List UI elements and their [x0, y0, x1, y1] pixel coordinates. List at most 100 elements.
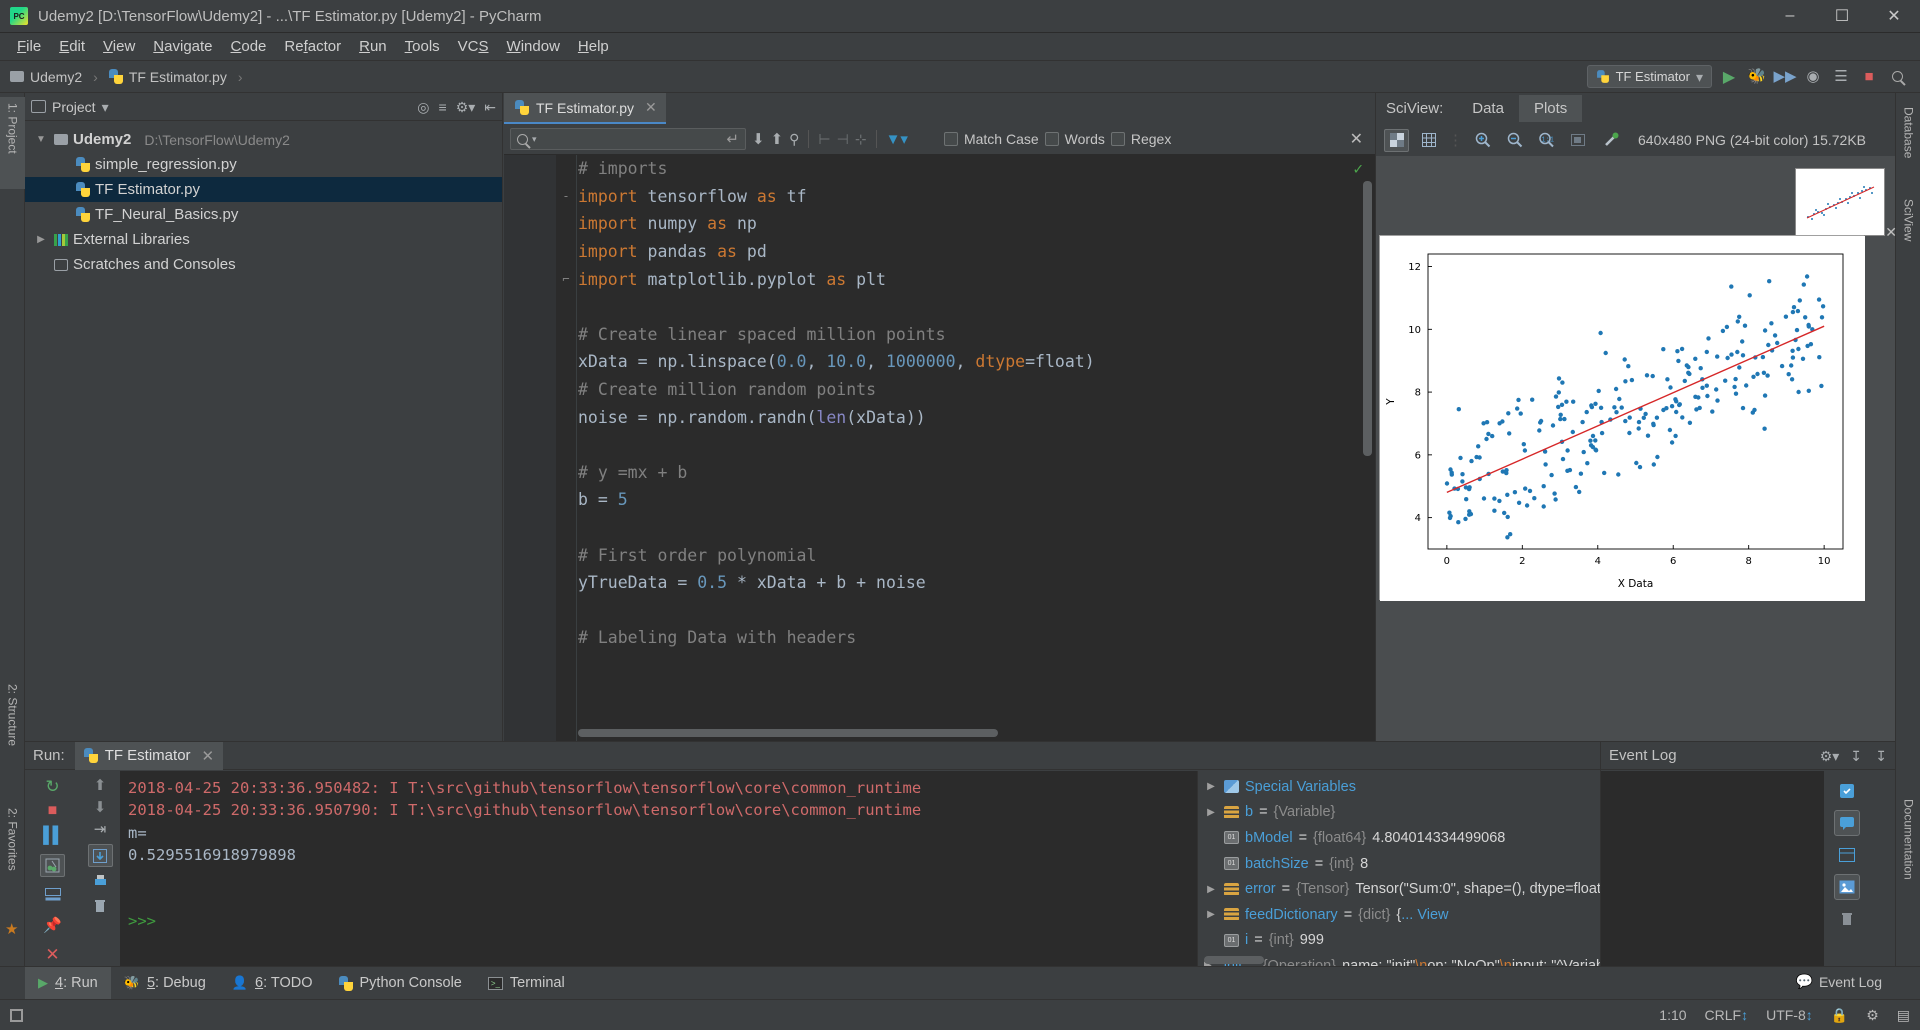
variable-expander[interactable]: ▶ — [1204, 807, 1218, 818]
zoom-in-icon[interactable] — [1470, 129, 1495, 152]
editor-horizontal-scrollbar[interactable] — [578, 729, 998, 737]
run-coverage-icon[interactable]: ▶▶ — [1773, 66, 1796, 88]
close-icon[interactable]: ✕ — [202, 747, 215, 765]
variables-horizontal-scrollbar[interactable] — [1204, 956, 1264, 964]
tool-window-button-debug[interactable]: 🐝 5: Debug — [111, 967, 219, 1000]
tree-item-simple-regression-py[interactable]: simple_regression.py — [25, 152, 502, 177]
code-area[interactable]: 1# imports2-import tensorflow as tf3impo… — [504, 155, 1375, 741]
tree-expander[interactable]: ▶ — [33, 234, 49, 245]
tree-item-udemy2[interactable]: ▼ Udemy2 D:\TensorFlow\Udemy2 — [25, 127, 502, 152]
variable-row[interactable]: ▶ error = {Tensor} Tensor("Sum:0", shape=(),… — [1198, 876, 1625, 902]
find-all-icon[interactable]: ⚲ — [789, 132, 799, 146]
variable-row[interactable]: ▶ Special Variables — [1198, 774, 1625, 800]
breadcrumb-file[interactable]: TF Estimator.py — [129, 69, 227, 85]
sidebar-item-structure[interactable]: 2: Structure — [0, 678, 25, 786]
zoom-out-icon[interactable] — [1502, 129, 1527, 152]
event-log-body[interactable] — [1601, 771, 1824, 966]
sidebar-item-favorites[interactable]: 2: Favorites — [0, 802, 25, 912]
scroll-up-icon[interactable]: ⬆ — [94, 778, 107, 793]
pin-icon[interactable]: 📌 — [43, 916, 62, 934]
hide-panel-icon[interactable]: ↧ — [1875, 749, 1887, 763]
menu-item-navigate[interactable]: Navigate — [144, 35, 221, 58]
pause-icon[interactable]: ▌▌ — [43, 827, 64, 845]
variable-row[interactable]: 01 i = {int} 999 — [1198, 928, 1625, 954]
menu-item-vcs[interactable]: VCS — [449, 35, 498, 58]
menu-item-tools[interactable]: Tools — [396, 35, 449, 58]
chevron-down-icon[interactable]: ▾ — [532, 134, 537, 144]
chevron-down-icon[interactable]: ▾ — [102, 100, 109, 114]
plot-image[interactable]: 0 2 4 6 8 10 4 6 8 10 12 X Data Y — [1379, 235, 1865, 601]
run-tab-tf-estimator[interactable]: TF Estimator ✕ — [74, 741, 224, 770]
menu-item-help[interactable]: Help — [569, 35, 618, 58]
search-input[interactable]: ▾ ↵ — [510, 128, 746, 150]
tab-data[interactable]: Data — [1457, 95, 1519, 122]
tree-item-external-libraries[interactable]: ▶ External Libraries — [25, 227, 502, 252]
event-log-status-button[interactable]: 💬 Event Log — [1796, 966, 1883, 997]
scroll-from-source-icon[interactable]: ◎ — [417, 100, 429, 114]
minimize-button[interactable]: – — [1764, 0, 1816, 33]
file-encoding[interactable]: UTF-8↕ — [1766, 1007, 1813, 1023]
variable-row[interactable]: ▶ b = {Variable} — [1198, 800, 1625, 826]
memory-indicator-icon[interactable]: ▤ — [1897, 1007, 1910, 1024]
sidebar-item-sciview[interactable]: SciView — [1896, 193, 1920, 265]
close-find-icon[interactable]: ✕ — [1350, 129, 1369, 149]
variable-expander[interactable]: ▶ — [1204, 884, 1218, 895]
console-layout-icon[interactable] — [44, 888, 61, 903]
filter-icon[interactable]: ▼▾ — [886, 130, 908, 148]
tree-item-tf-estimator-py[interactable]: TF Estimator.py — [25, 177, 502, 202]
menu-item-file[interactable]: FFileile — [8, 35, 50, 58]
search-everywhere-icon[interactable] — [1886, 66, 1908, 88]
layout-icon[interactable] — [1834, 842, 1860, 868]
transparency-icon[interactable] — [1384, 128, 1409, 152]
actual-size-icon[interactable]: 1:1 — [1534, 129, 1559, 152]
breadcrumb-project[interactable]: Udemy2 — [30, 69, 82, 85]
run-icon[interactable]: ▶ — [1718, 66, 1740, 88]
profile-icon[interactable]: ◉ — [1802, 66, 1824, 88]
tree-item-scratches-and-consoles[interactable]: Scratches and Consoles — [25, 252, 502, 277]
caret-position[interactable]: 1:10 — [1659, 1007, 1686, 1023]
tab-plots[interactable]: Plots — [1518, 95, 1583, 122]
variable-expander[interactable]: ▶ — [1204, 781, 1218, 792]
variable-expander[interactable]: ▶ — [1204, 909, 1218, 920]
variable-view-link[interactable]: ... View — [1401, 907, 1448, 923]
find-next-icon[interactable]: ⬆ — [771, 132, 784, 147]
select-all-occurrences-icon[interactable]: ⊣ — [837, 132, 849, 146]
add-occurrence-icon[interactable]: ⊹ — [855, 132, 867, 146]
variable-row[interactable]: 01 batchSize = {int} 8 — [1198, 851, 1625, 877]
editor-tab-tf-estimator[interactable]: TF Estimator.py ✕ — [504, 93, 666, 124]
hide-panel-icon[interactable]: ⇤ — [484, 100, 496, 114]
close-icon[interactable]: ✕ — [645, 99, 657, 116]
image-icon[interactable] — [1834, 874, 1860, 900]
tool-window-button-python-console[interactable]: Python Console — [326, 967, 475, 1000]
message-icon[interactable] — [1834, 810, 1860, 836]
attach-process-icon[interactable]: ☰ — [1830, 66, 1852, 88]
event-log-icon[interactable] — [1834, 778, 1860, 804]
menu-item-run[interactable]: Run — [350, 35, 396, 58]
grid-icon[interactable] — [1416, 129, 1441, 152]
variables-list[interactable]: ▶ Special Variables ▶ b = {Variable} 01 bModel =… — [1198, 771, 1625, 966]
tool-window-button-terminal[interactable]: >_ Terminal — [475, 967, 578, 1000]
lock-icon[interactable]: 🔒 — [1831, 1007, 1848, 1024]
match-case-checkbox[interactable]: Match Case — [943, 131, 1039, 147]
line-separator[interactable]: CRLF↕ — [1705, 1007, 1749, 1023]
close-thumbnail-icon[interactable]: ✕ — [1885, 224, 1897, 241]
close-button[interactable]: ✕ — [1868, 0, 1920, 33]
hide-panel-icon[interactable]: ↧ — [1850, 749, 1862, 763]
color-picker-icon[interactable] — [1598, 129, 1623, 152]
favorites-star-icon[interactable]: ★ — [5, 920, 18, 938]
words-checkbox[interactable]: Words — [1044, 131, 1105, 147]
menu-item-window[interactable]: Window — [498, 35, 569, 58]
tool-window-button-todo[interactable]: 👤 6: TODO — [219, 967, 326, 1000]
variable-row[interactable]: 01 bModel = {float64} 4.804014334499068 — [1198, 825, 1625, 851]
print-icon[interactable] — [93, 874, 108, 892]
regex-checkbox[interactable]: Regex — [1110, 131, 1171, 147]
run-configuration-selector[interactable]: TF Estimator ▾ — [1586, 65, 1712, 88]
stop-icon[interactable]: ■ — [1858, 66, 1880, 88]
sidebar-item-documentation[interactable]: Documentation — [1896, 793, 1920, 923]
scroll-to-end-icon[interactable] — [87, 844, 113, 867]
menu-item-view[interactable]: View — [94, 35, 144, 58]
gear-icon[interactable]: ⚙▾ — [1820, 749, 1840, 763]
menu-item-code[interactable]: Code — [222, 35, 276, 58]
tree-expander[interactable]: ▼ — [33, 134, 49, 145]
tool-window-button-run[interactable]: ▶ 4: Run — [25, 966, 111, 1000]
